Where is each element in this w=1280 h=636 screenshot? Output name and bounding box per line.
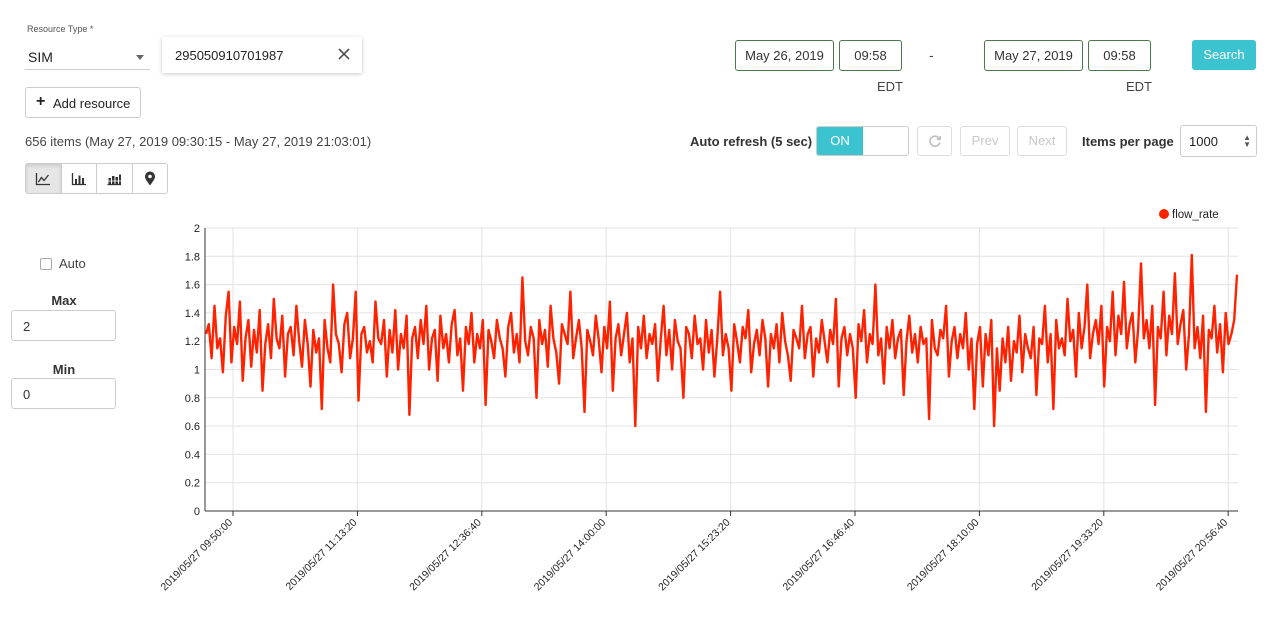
bar-chart-icon xyxy=(71,172,86,185)
auto-refresh-state: ON xyxy=(817,127,863,155)
x-tick-label: 2019/05/27 11:13:20 xyxy=(283,517,359,593)
y-tick-label: 0 xyxy=(194,506,200,518)
y-tick-label: 0.4 xyxy=(185,449,200,461)
end-date-field[interactable]: May 27, 2019 xyxy=(984,40,1083,71)
x-tick-label: 2019/05/27 12:36:40 xyxy=(407,517,484,594)
line-chart-view-button[interactable] xyxy=(26,164,62,193)
map-view-button[interactable] xyxy=(133,164,168,193)
y-tick-label: 1.6 xyxy=(185,280,200,292)
auto-refresh-toggle[interactable]: ON xyxy=(816,126,909,156)
chevron-down-icon xyxy=(136,55,144,60)
y-tick-label: 0.6 xyxy=(185,421,200,433)
line-chart-icon xyxy=(36,172,51,185)
close-icon[interactable] xyxy=(335,45,353,63)
y-tick-label: 2 xyxy=(194,223,200,235)
resource-type-label: Resource Type * xyxy=(27,24,94,34)
stacked-chart-view-button[interactable] xyxy=(97,164,133,193)
flow-rate-chart: 0 0.2 0.4 0.6 0.8 1 1.2 1.4 1.6 1.8 2 2019/05/27 09… xyxy=(159,209,1239,594)
end-time-field[interactable]: 09:58 xyxy=(1088,40,1151,71)
y-tick-label: 0.2 xyxy=(185,478,200,490)
x-tick-label: 2019/05/27 14:00:00 xyxy=(532,517,609,594)
prev-button[interactable]: Prev xyxy=(960,126,1010,156)
start-date-field[interactable]: May 26, 2019 xyxy=(735,40,834,71)
resource-id-input[interactable]: 295050910701987 xyxy=(162,37,362,73)
y-tick-label: 1.8 xyxy=(185,251,200,263)
x-tick-label: 2019/05/27 19:33:20 xyxy=(1029,517,1106,594)
items-summary: 656 items (May 27, 2019 09:30:15 - May 2… xyxy=(25,134,372,149)
plus-icon: + xyxy=(36,93,46,110)
view-mode-group xyxy=(25,163,168,194)
x-tick-label: 2019/05/27 16:46:40 xyxy=(781,517,858,594)
refresh-button[interactable] xyxy=(917,126,952,156)
y-tick-label: 1.2 xyxy=(185,336,200,348)
series-line-flow_rate xyxy=(204,253,1239,428)
start-timezone: EDT xyxy=(877,79,903,94)
y-tick-label: 1 xyxy=(194,365,200,377)
end-timezone: EDT xyxy=(1126,79,1152,94)
auto-refresh-label: Auto refresh (5 sec) xyxy=(690,134,813,149)
y-tick-label: 0.8 xyxy=(185,393,200,405)
map-marker-icon xyxy=(144,171,155,186)
items-per-page-label: Items per page xyxy=(1082,134,1174,149)
search-button[interactable]: Search xyxy=(1192,40,1256,70)
stacked-bar-chart-icon xyxy=(107,174,122,185)
x-tick-label: 2019/05/27 20:56:40 xyxy=(1154,517,1231,594)
refresh-icon xyxy=(928,135,941,147)
select-arrows-icon: ▲ ▼ xyxy=(1243,133,1251,149)
add-resource-label: Add resource xyxy=(53,96,131,111)
x-tick-label: 2019/05/27 09:50:00 xyxy=(159,517,236,594)
resource-type-select[interactable]: SIM xyxy=(25,40,150,70)
date-range-separator: - xyxy=(929,47,934,63)
items-per-page-select[interactable]: 1000 ▲ ▼ xyxy=(1180,125,1257,157)
next-button[interactable]: Next xyxy=(1017,126,1067,156)
resource-id-value: 295050910701987 xyxy=(175,48,284,63)
legend-marker xyxy=(1159,209,1169,219)
items-per-page-value: 1000 xyxy=(1189,134,1218,149)
x-tick-label: 2019/05/27 15:23:20 xyxy=(656,517,733,594)
add-resource-button[interactable]: + Add resource xyxy=(25,87,141,118)
resource-type-value: SIM xyxy=(28,49,53,65)
bar-chart-view-button[interactable] xyxy=(62,164,97,193)
y-tick-label: 1.4 xyxy=(185,308,200,320)
x-tick-label: 2019/05/27 18:10:00 xyxy=(905,517,982,594)
legend-label: flow_rate xyxy=(1172,209,1219,221)
start-time-field[interactable]: 09:58 xyxy=(839,40,902,71)
